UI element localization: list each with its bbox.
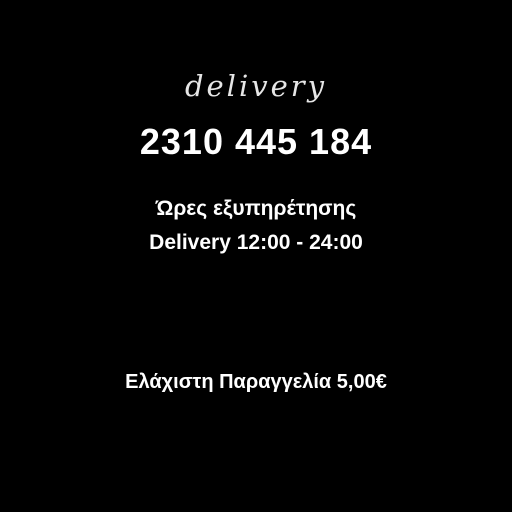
delivery-heading: delivery xyxy=(184,69,328,103)
minimum-order: Ελάχιστη Παραγγελία 5,00€ xyxy=(125,371,387,393)
phone-number[interactable]: 2310 445 184 xyxy=(0,118,512,166)
delivery-hours: Delivery 12:00 - 24:00 xyxy=(149,231,363,254)
service-hours-label: Ώρες εξυπηρέτησης xyxy=(155,197,357,220)
delivery-info-card: delivery 2310 445 184 Ώρες εξυπηρέτησης … xyxy=(0,0,512,512)
